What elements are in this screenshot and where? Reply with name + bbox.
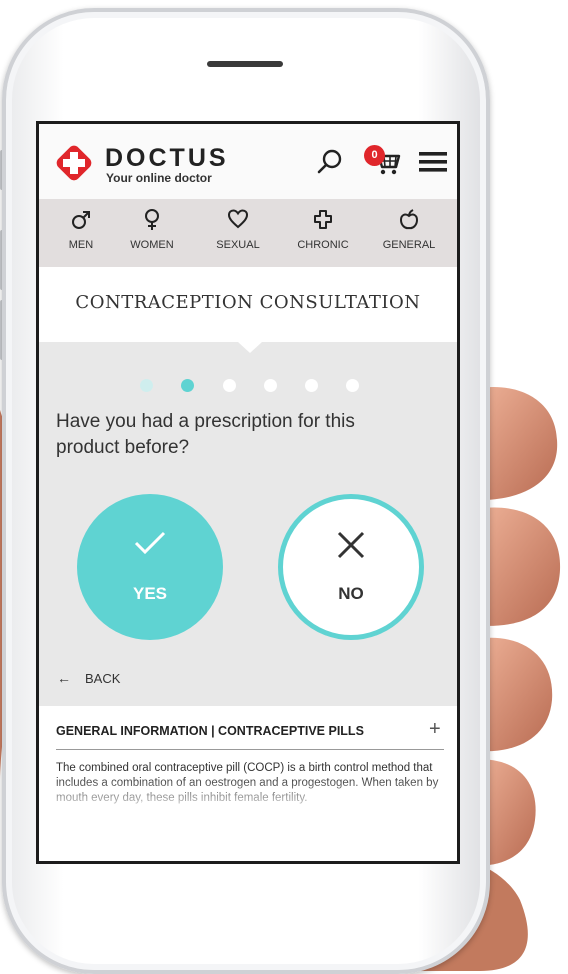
category-label: GENERAL xyxy=(382,239,436,251)
category-women[interactable]: WOMEN xyxy=(110,199,194,267)
info-divider xyxy=(56,749,444,750)
arrow-left-icon: ← xyxy=(57,670,71,686)
menu-icon[interactable] xyxy=(419,150,447,174)
category-sexual[interactable]: SEXUAL xyxy=(196,199,280,267)
brand-name[interactable]: DOCTUS xyxy=(105,144,229,173)
question-text: Have you had a prescription for this pro… xyxy=(56,411,355,458)
info-title[interactable]: GENERAL INFORMATION | CONTRACEPTIVE PILL… xyxy=(56,724,364,738)
phone-speaker xyxy=(207,61,283,67)
info-panel: GENERAL INFORMATION | CONTRACEPTIVE PILL… xyxy=(39,706,457,861)
no-button[interactable]: NO xyxy=(278,494,424,640)
close-icon xyxy=(337,531,365,559)
category-label: CHRONIC xyxy=(297,239,349,251)
apple-icon xyxy=(399,209,419,230)
cart-count-badge: 0 xyxy=(364,145,385,166)
category-label: WOMEN xyxy=(130,239,174,251)
expand-plus-icon[interactable]: + xyxy=(429,718,441,741)
yes-button[interactable]: YES xyxy=(77,494,223,640)
title-pointer xyxy=(238,342,262,353)
progress-dot xyxy=(264,379,277,392)
back-label: BACK xyxy=(85,671,121,686)
progress-dot xyxy=(223,379,236,392)
search-icon[interactable] xyxy=(317,149,343,175)
no-label: NO xyxy=(338,584,364,603)
male-icon xyxy=(72,211,90,229)
category-nav: MEN WOMEN SEXUAL CHRONIC GENERAL xyxy=(39,199,457,267)
category-general[interactable]: GENERAL xyxy=(367,199,451,267)
info-fade-overlay xyxy=(39,776,457,821)
cross-icon xyxy=(314,210,332,229)
progress-dot xyxy=(181,379,194,392)
title-bar: CONTRACEPTION CONSULTATION xyxy=(39,267,457,342)
back-link[interactable]: ← BACK xyxy=(57,670,120,686)
female-icon xyxy=(145,209,159,230)
progress-dots xyxy=(39,379,457,395)
progress-dot xyxy=(140,379,153,392)
yes-label: YES xyxy=(132,584,168,603)
doctus-logo-icon[interactable] xyxy=(54,143,94,183)
checkmark-icon xyxy=(134,531,166,555)
category-label: SEXUAL xyxy=(216,239,260,251)
brand-tagline: Your online doctor xyxy=(106,171,212,185)
progress-dot xyxy=(346,379,359,392)
app-header: DOCTUS Your online doctor 0 xyxy=(39,124,457,199)
progress-dot xyxy=(305,379,318,392)
page-title: CONTRACEPTION CONSULTATION xyxy=(75,292,421,313)
heart-icon xyxy=(228,209,248,229)
app-screen: DOCTUS Your online doctor 0 MEN WOMEN SE… xyxy=(36,121,460,864)
category-chronic[interactable]: CHRONIC xyxy=(281,199,365,267)
